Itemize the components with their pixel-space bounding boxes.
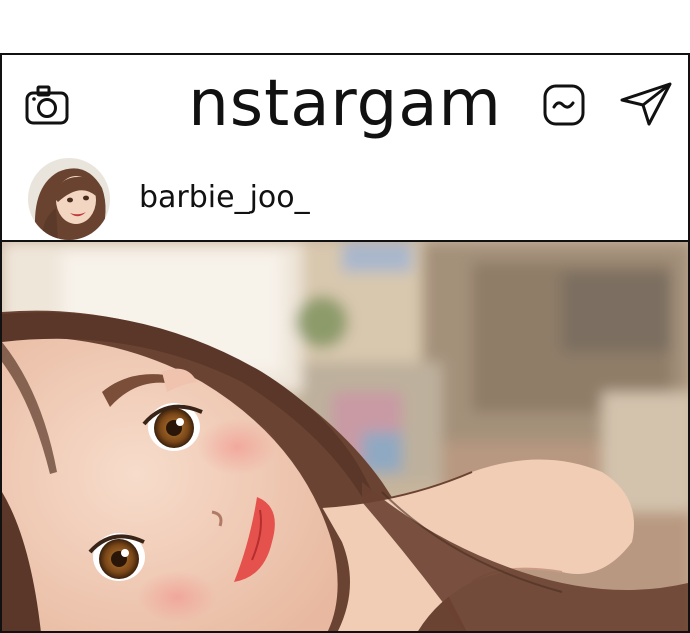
app-frame: nstargam barbie_joo_ [0,53,690,633]
avatar[interactable] [28,158,110,240]
top-bar: nstargam [2,55,688,151]
paper-plane-icon[interactable] [619,81,673,132]
chat-bubble-icon[interactable] [542,83,586,132]
post-header: barbie_joo_ [2,150,688,242]
username[interactable]: barbie_joo_ [139,180,310,215]
post-image [2,242,688,631]
